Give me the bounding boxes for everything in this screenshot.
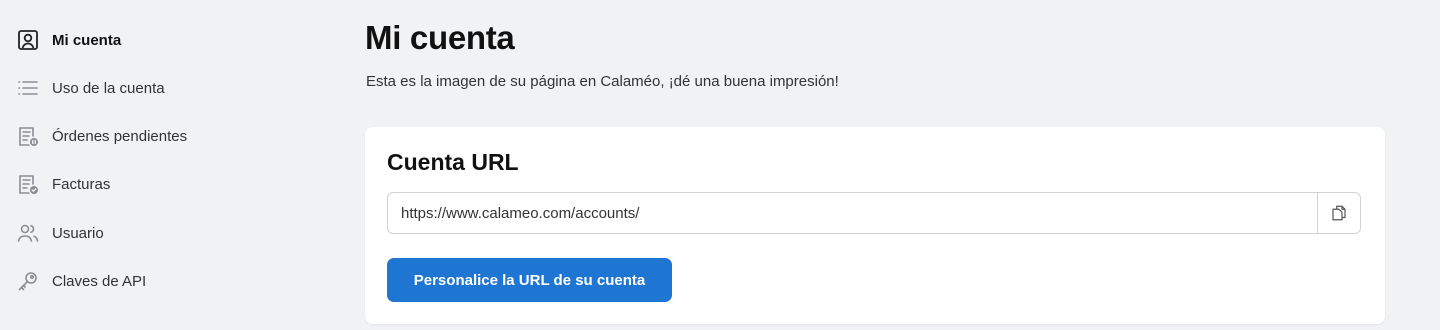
page-title: Mi cuenta: [365, 19, 515, 56]
pending-document-icon: [16, 124, 40, 148]
sidebar-item-mi-cuenta[interactable]: Mi cuenta: [16, 25, 316, 55]
copy-icon: [1330, 204, 1348, 222]
sidebar-item-label: Claves de API: [52, 272, 147, 290]
sidebar: Mi cuenta Uso de la cuenta Órdenes pendi…: [0, 0, 330, 330]
sidebar-item-claves-de-api[interactable]: Claves de API: [16, 266, 316, 296]
key-icon: [16, 269, 40, 293]
account-url-field: [387, 192, 1361, 234]
sidebar-item-ordenes-pendientes[interactable]: Órdenes pendientes: [16, 121, 316, 151]
sidebar-item-label: Uso de la cuenta: [52, 79, 165, 97]
copy-url-button[interactable]: [1317, 193, 1360, 233]
sidebar-item-label: Facturas: [52, 175, 111, 193]
sidebar-item-label: Usuario: [52, 224, 104, 242]
invoice-check-icon: [16, 172, 40, 196]
account-url-card: Cuenta URL Personalice la URL de su cuen…: [365, 127, 1385, 324]
list-icon: [16, 76, 40, 100]
sidebar-item-usuario[interactable]: Usuario: [16, 218, 316, 248]
customize-url-button[interactable]: Personalice la URL de su cuenta: [387, 258, 672, 302]
users-icon: [16, 221, 40, 245]
user-square-icon: [16, 28, 40, 52]
sidebar-item-facturas[interactable]: Facturas: [16, 169, 316, 199]
account-url-input[interactable]: [388, 193, 1317, 233]
card-title: Cuenta URL: [387, 149, 519, 175]
page-subtitle: Esta es la imagen de su página en Calamé…: [366, 73, 839, 90]
sidebar-item-uso-de-la-cuenta[interactable]: Uso de la cuenta: [16, 73, 316, 103]
sidebar-item-label: Órdenes pendientes: [52, 127, 188, 145]
sidebar-item-label: Mi cuenta: [52, 31, 122, 49]
